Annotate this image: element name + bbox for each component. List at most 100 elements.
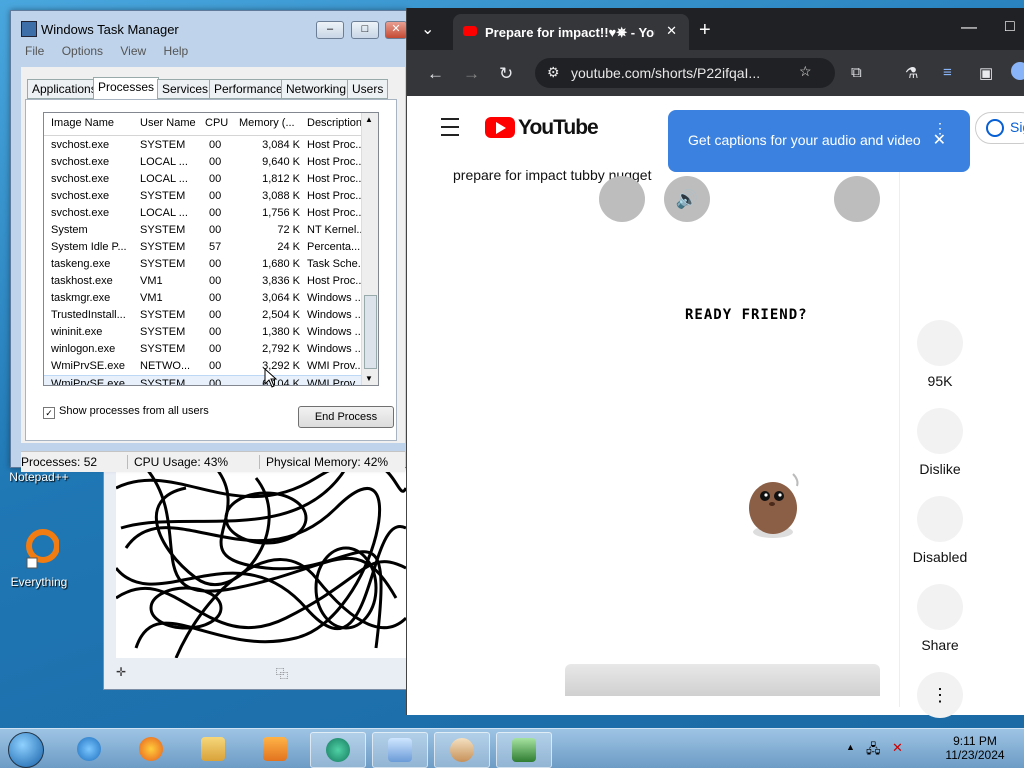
tab-processes[interactable]: Processes xyxy=(93,77,160,100)
maximize-button[interactable]: □ xyxy=(351,21,379,39)
menu-help[interactable]: Help xyxy=(164,44,189,58)
tab-title: Prepare for impact!!♥✵ - YouTube xyxy=(485,25,655,40)
profile-avatar[interactable] xyxy=(1011,62,1024,80)
column-image-name[interactable]: Image Name xyxy=(51,117,114,129)
menu-hamburger-icon[interactable] xyxy=(441,118,459,136)
process-list-scrollbar[interactable]: ▲ ▼ xyxy=(361,113,378,385)
process-row[interactable]: taskeng.exe SYSTEM 00 1,680 K Task Sche... xyxy=(44,256,367,273)
tab-performance[interactable]: Performance xyxy=(209,79,288,99)
process-row[interactable]: System SYSTEM 00 72 K NT Kernel... xyxy=(44,222,366,239)
tab-users[interactable]: Users xyxy=(347,79,389,99)
system-clock[interactable]: 9:11 PM 11/23/2024 xyxy=(935,734,1015,762)
youtube-logo[interactable]: YouTube xyxy=(485,114,599,140)
scroll-down-arrow-icon[interactable]: ▼ xyxy=(365,374,373,383)
menu-view[interactable]: View xyxy=(120,44,146,58)
process-row[interactable]: winlogon.exe SYSTEM 00 2,792 K Windows ... xyxy=(44,341,364,358)
image-name-cell: svchost.exe xyxy=(51,156,110,168)
image-name-cell: System Idle P... xyxy=(51,241,127,253)
process-row[interactable]: svchost.exe SYSTEM 00 3,084 K Host Proc... xyxy=(44,137,364,154)
minimize-button[interactable]: — xyxy=(961,19,977,37)
desktop-icon-everything[interactable]: Everything xyxy=(4,528,74,589)
close-button[interactable]: ✕ xyxy=(385,21,407,39)
tab-close-icon[interactable]: ✕ xyxy=(666,23,677,39)
site-info-icon[interactable]: ⚙ xyxy=(547,64,560,81)
column-user-name[interactable]: User Name xyxy=(140,117,196,129)
more-actions-button[interactable]: ⋮ xyxy=(917,672,963,718)
menu-file[interactable]: File xyxy=(25,44,44,58)
back-button[interactable]: ← xyxy=(427,64,444,84)
player-more-button[interactable] xyxy=(834,176,880,222)
process-row[interactable]: System Idle P... SYSTEM 57 24 K Percenta... xyxy=(44,239,364,256)
taskbar-media-player[interactable] xyxy=(248,732,302,766)
tab-search-button[interactable]: ⌄ xyxy=(421,19,434,39)
tab-networking[interactable]: Networking xyxy=(281,79,352,99)
description-cell: Host Proc... xyxy=(307,207,365,219)
comments-button[interactable] xyxy=(917,496,963,542)
process-row[interactable]: taskhost.exe VM1 00 3,836 K Host Proc... xyxy=(44,273,364,290)
scroll-up-arrow-icon[interactable]: ▲ xyxy=(365,115,373,124)
minimize-button[interactable]: – xyxy=(316,21,344,39)
desktop-icon-notepad-plus[interactable]: Notepad++ xyxy=(4,470,74,484)
process-row[interactable]: WmiPrvSE.exe SYSTEM 00 6,104 K WMI Prov... xyxy=(44,375,364,385)
tab-services[interactable]: Services xyxy=(157,79,214,99)
scrollbar-thumb[interactable] xyxy=(364,295,377,369)
play-pause-button[interactable] xyxy=(599,176,645,222)
next-short-placeholder[interactable] xyxy=(565,664,880,696)
short-player[interactable]: prepare for impact tubby nugget 🔊 READY … xyxy=(439,148,900,707)
title-bar[interactable]: Windows Task Manager – □ ✕ xyxy=(11,11,407,39)
process-list-header: Image Name User Name CPU Memory (... Des… xyxy=(44,113,378,136)
process-row[interactable]: taskmgr.exe VM1 00 3,064 K Windows ... xyxy=(44,290,364,307)
taskbar-chrome[interactable] xyxy=(310,732,366,768)
checkbox-check-icon[interactable]: ✓ xyxy=(43,407,55,419)
side-panel-icon[interactable]: ▣ xyxy=(979,64,993,82)
user-name-cell: LOCAL ... xyxy=(140,207,188,219)
extensions-icon[interactable]: ⧉ xyxy=(851,64,862,81)
process-row[interactable]: TrustedInstall... SYSTEM 00 2,504 K Windows … xyxy=(44,307,364,324)
new-tab-button[interactable]: + xyxy=(699,19,711,42)
like-button[interactable] xyxy=(917,320,963,366)
process-row[interactable]: wininit.exe SYSTEM 00 1,380 K Windows ... xyxy=(44,324,364,341)
description-cell: Task Sche... xyxy=(307,258,367,270)
sign-in-button[interactable]: Sig xyxy=(975,112,1024,144)
description-cell: Host Proc... xyxy=(307,139,365,151)
start-button[interactable] xyxy=(8,732,44,768)
taskbar-task-manager[interactable] xyxy=(496,732,552,768)
network-tray-icon[interactable]: 🖧 xyxy=(866,740,881,762)
share-button[interactable] xyxy=(917,584,963,630)
everything-search-icon xyxy=(26,529,60,569)
volume-muted-tray-icon[interactable]: ✕ xyxy=(892,740,903,756)
address-bar[interactable]: ⚙ youtube.com/shorts/P22ifqaI... ☆ xyxy=(535,58,835,88)
reading-list-icon[interactable]: ≡ xyxy=(943,64,952,81)
process-row[interactable]: WmiPrvSE.exe NETWO... 00 3,292 K WMI Prov... xyxy=(44,358,364,375)
process-list[interactable]: Image Name User Name CPU Memory (... Des… xyxy=(43,112,379,386)
browser-tab[interactable]: Prepare for impact!!♥✵ - YouTube ✕ xyxy=(453,14,689,50)
process-row[interactable]: svchost.exe LOCAL ... 00 9,640 K Host Proc..… xyxy=(44,154,364,171)
process-row[interactable]: svchost.exe LOCAL ... 00 1,812 K Host Proc..… xyxy=(44,171,364,188)
column-cpu[interactable]: CPU xyxy=(205,117,228,129)
taskbar-internet-explorer[interactable] xyxy=(62,732,116,766)
taskbar-explorer[interactable] xyxy=(186,732,240,766)
tab-applications[interactable]: Applications xyxy=(27,79,102,99)
taskbar-paint[interactable] xyxy=(434,732,490,768)
labs-icon[interactable]: ⚗ xyxy=(905,64,918,82)
show-all-processes-checkbox[interactable]: ✓ Show processes from all users xyxy=(43,405,209,419)
maximize-button[interactable]: □ xyxy=(1005,18,1015,36)
forward-button[interactable]: → xyxy=(463,64,480,84)
taskbar-remote-app[interactable] xyxy=(372,732,428,768)
tray-expand-icon[interactable]: ▲ xyxy=(846,742,855,752)
process-row[interactable]: svchost.exe SYSTEM 00 3,088 K Host Proc... xyxy=(44,188,364,205)
end-process-button[interactable]: End Process xyxy=(298,406,394,428)
paint-canvas[interactable] xyxy=(116,468,406,658)
column-description[interactable]: Description xyxy=(307,117,362,129)
reload-button[interactable]: ↻ xyxy=(499,64,513,84)
column-memory[interactable]: Memory (... xyxy=(239,117,295,129)
dislike-button[interactable] xyxy=(917,408,963,454)
menu-options[interactable]: Options xyxy=(62,44,103,58)
volume-button[interactable]: 🔊 xyxy=(664,176,710,222)
tooltip-more-icon[interactable]: ⋮ xyxy=(933,120,947,137)
cpu-cell: 00 xyxy=(209,156,222,168)
captions-promo-tooltip[interactable]: Get captions for your audio and video ✕ … xyxy=(668,110,970,172)
taskbar-firefox[interactable] xyxy=(124,732,178,766)
process-row[interactable]: svchost.exe LOCAL ... 00 1,756 K Host Proc..… xyxy=(44,205,364,222)
bookmark-star-icon[interactable]: ☆ xyxy=(799,63,812,80)
